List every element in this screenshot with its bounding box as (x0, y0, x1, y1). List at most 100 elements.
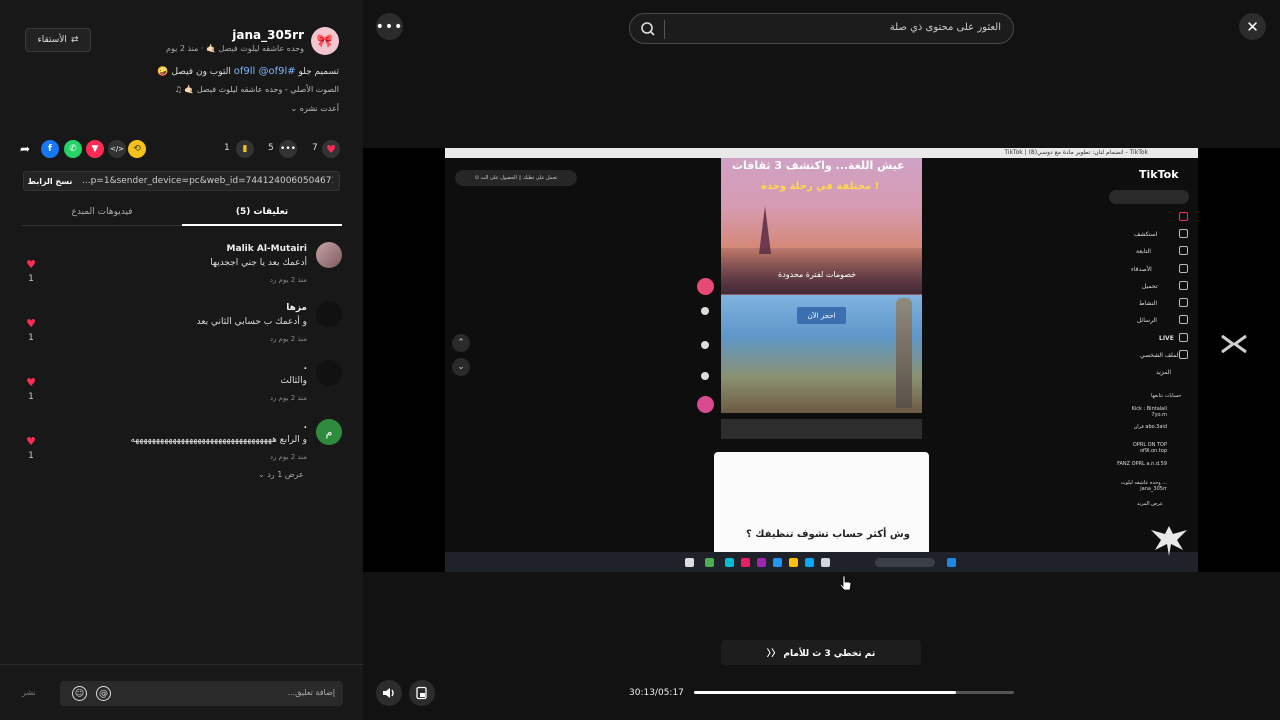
more-options-button[interactable]: ••• (376, 13, 403, 40)
capcut-watermark-icon (1221, 334, 1247, 354)
folder-taskbar-icon (789, 558, 798, 567)
tab-creator-videos[interactable]: فيديوهات المبدع (22, 207, 182, 217)
report-button[interactable]: الأستقاء ⇄ (25, 28, 91, 52)
creator-avatar-icon (697, 278, 714, 295)
comment-like-count: 1 (28, 451, 34, 461)
comment-author[interactable]: . (304, 362, 307, 372)
post-comment-button[interactable]: نشر (22, 688, 36, 697)
comment-author[interactable]: . (304, 421, 307, 431)
windows-start-icon (947, 558, 956, 567)
comment-heart-icon[interactable]: ♥ (24, 258, 38, 271)
tiktok-search (1109, 190, 1189, 204)
menu-item: الأصدقاء (1131, 266, 1152, 273)
author-subline: وحده عاشقه ليلوث فيصل 🤙🏻 · منذ 2 يوم (165, 44, 304, 53)
comment-avatar[interactable] (316, 301, 342, 327)
menu-item: LIVE (1159, 335, 1174, 342)
caption-suffix: التوب ون فيصل 🤪 (157, 67, 234, 77)
mouse-cursor-icon (840, 575, 852, 591)
send-icon[interactable]: ▼ (86, 140, 104, 158)
browser-title: TikTok | انضمام لنان: تطوير مادة مع دوسي… (1004, 149, 1148, 156)
related-search-bar[interactable]: العثور على محتوى ذي صلة (629, 13, 1014, 44)
search-placeholder: العثور على محتوى ذي صلة (889, 22, 1001, 33)
app-taskbar-icon (821, 558, 830, 567)
comment-author[interactable]: مزها (286, 303, 307, 313)
comment-icon (701, 341, 709, 349)
following-account: وحده عاشقه ليلوث ... jana_305rr (1120, 480, 1167, 492)
author-avatar[interactable]: 🎀 (311, 27, 339, 55)
music-disc-icon (697, 396, 714, 413)
bookmark-icon[interactable]: ▮ (236, 140, 254, 158)
copy-link-button[interactable]: نسخ الرابط (24, 172, 76, 190)
comments-count: 5 (268, 143, 274, 153)
emoji-icon[interactable]: ☺ (72, 686, 87, 701)
post-link[interactable]: ...p=1&sender_device=pc&web_id=744124006… (82, 176, 333, 186)
close-icon[interactable]: ✕ (1239, 13, 1266, 40)
active-tab-indicator (182, 224, 342, 226)
author-username[interactable]: jana_305rr (232, 28, 304, 42)
comment-item: مزها و أدعمك ب حسابي الثاني بعد منذ 2 يو… (16, 301, 347, 351)
post-panel: 🎀 jana_305rr وحده عاشقه ليلوث فيصل 🤙🏻 · … (0, 0, 363, 720)
chevron-down-icon: ⌄ (452, 358, 470, 376)
ad-title: عيش اللغة... واكتشف 3 ثقافات (732, 159, 905, 172)
comment-heart-icon[interactable]: ♥ (24, 317, 38, 330)
video-player[interactable]: TikTok | انضمام لنان: تطوير مادة مع دوسي… (363, 148, 1280, 591)
menu-item: تحميل (1142, 283, 1158, 290)
comment-avatar[interactable]: م (316, 419, 342, 445)
sound-link[interactable]: الصوت الأصلي - وحده عاشقه ليلوث فيصل 🤙🏻 … (175, 85, 339, 94)
profile-icon (1179, 350, 1188, 359)
comment-composer: نشر ☺ @ إضافة تعليق... (0, 664, 363, 720)
comment-like-count: 1 (28, 333, 34, 343)
comment-text: و أدعمك ب حسابي الثاني بعد (196, 317, 307, 327)
app-taskbar-icon (757, 558, 766, 567)
comment-meta[interactable]: منذ 2 يوم رد (270, 394, 307, 402)
comment-item: م . و الرابع ههههههههههههههههههههههههههه… (16, 419, 347, 469)
swap-icon: ⇄ (70, 35, 79, 45)
ad-subtitle: مختلفة في رحلة وحدة ! (761, 181, 880, 192)
comment-heart-icon[interactable]: ♥ (24, 376, 38, 389)
app-taskbar-icon (805, 558, 814, 567)
pip-button[interactable] (409, 680, 435, 706)
search-icon[interactable] (640, 21, 656, 37)
comment-text: والثالث (280, 376, 307, 386)
progress-bar[interactable] (694, 691, 1014, 694)
comment-meta[interactable]: منذ 2 يوم رد (270, 335, 307, 343)
menu-item: التابعة (1136, 248, 1151, 255)
ad-offer: خصومات لفترة محدودة (778, 270, 857, 279)
eiffel-tower-shape (759, 206, 771, 254)
comment-heart-icon[interactable]: ♥ (24, 435, 38, 448)
tower-shape (896, 298, 912, 408)
mention-icon[interactable]: @ (96, 686, 111, 701)
tab-comments[interactable]: تعليقات (5) (182, 207, 342, 217)
search-divider (664, 20, 665, 39)
edge-taskbar-icon (773, 558, 782, 567)
following-header: حسابات تتابعها (1151, 393, 1182, 399)
saves-count: 1 (224, 143, 230, 153)
comment-like-count: 1 (28, 392, 34, 402)
see-more-following: عرض المزيد (1137, 501, 1163, 507)
comment-avatar[interactable] (316, 242, 342, 268)
facebook-icon[interactable]: f (41, 140, 59, 158)
reposted-label: أعدت نشره ⌄ (291, 104, 340, 113)
video-stage: ••• العثور على محتوى ذي صلة ✕ TikTok | ا… (363, 0, 1280, 720)
repost-share-icon[interactable]: ⟲ (128, 140, 146, 158)
comment-meta[interactable]: منذ 2 يوم رد (270, 453, 307, 461)
tiktok-taskbar-icon (685, 558, 694, 567)
comment-icon[interactable]: ••• (279, 140, 297, 158)
comment-avatar[interactable] (316, 360, 342, 386)
following-icon (1179, 246, 1188, 255)
comment-input[interactable]: ☺ @ إضافة تعليق... (60, 681, 343, 706)
music-note-icon: ♫ (174, 85, 182, 94)
comment-author[interactable]: Malik Al-Mutairi (227, 244, 307, 254)
comment-meta[interactable]: منذ 2 يوم رد (270, 276, 307, 284)
share-arrow-icon[interactable]: ➦ (16, 140, 34, 158)
windows-taskbar (445, 552, 1198, 572)
report-label: الأستقاء (37, 35, 67, 45)
volume-button[interactable] (376, 680, 402, 706)
view-replies-link[interactable]: عرض 1 رد ⌄ (258, 470, 304, 479)
whatsapp-icon[interactable]: ✆ (64, 140, 82, 158)
ad-book-button: احجز الآن (797, 307, 846, 324)
caption-tags[interactable]: #of9ll @of9l (234, 66, 296, 77)
heart-icon[interactable]: ♥ (322, 140, 340, 158)
menu-item: النشاط (1139, 300, 1158, 307)
embed-icon[interactable]: </> (108, 140, 126, 158)
